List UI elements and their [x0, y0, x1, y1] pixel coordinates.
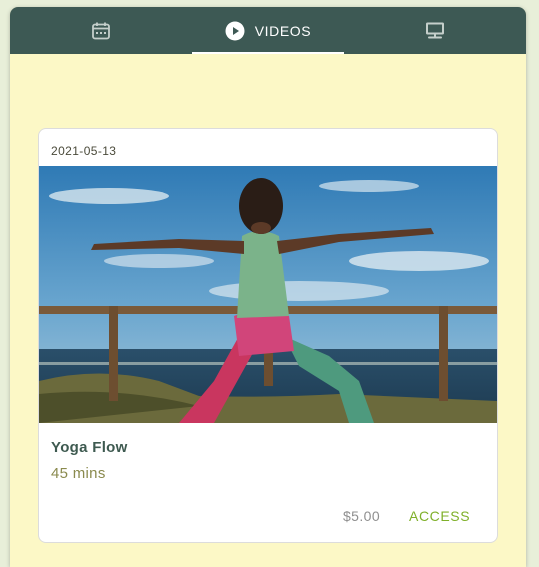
- video-card[interactable]: 2021-05-13 Yoga Flow 45 mins $5.00 ACCES…: [38, 128, 498, 543]
- access-button[interactable]: ACCESS: [399, 501, 480, 531]
- main-panel: VIDEOS 2021-05-13 Yoga Flow 45 mins $5.0…: [10, 7, 526, 567]
- video-date: 2021-05-13: [51, 144, 117, 158]
- video-price: $5.00: [343, 508, 381, 524]
- calendar-icon: [91, 21, 111, 41]
- presentation-board-icon: [425, 21, 445, 41]
- tab-presentations[interactable]: [344, 7, 526, 54]
- video-thumbnail[interactable]: [39, 166, 497, 423]
- tab-videos-label: VIDEOS: [254, 22, 312, 39]
- play-circle-icon: [225, 21, 245, 41]
- tab-bar: VIDEOS: [10, 7, 526, 54]
- video-duration: 45 mins: [51, 465, 106, 482]
- video-title: Yoga Flow: [51, 439, 128, 456]
- active-tab-indicator: [192, 52, 344, 54]
- tab-videos[interactable]: VIDEOS: [192, 7, 344, 54]
- tab-calendar[interactable]: [10, 7, 192, 54]
